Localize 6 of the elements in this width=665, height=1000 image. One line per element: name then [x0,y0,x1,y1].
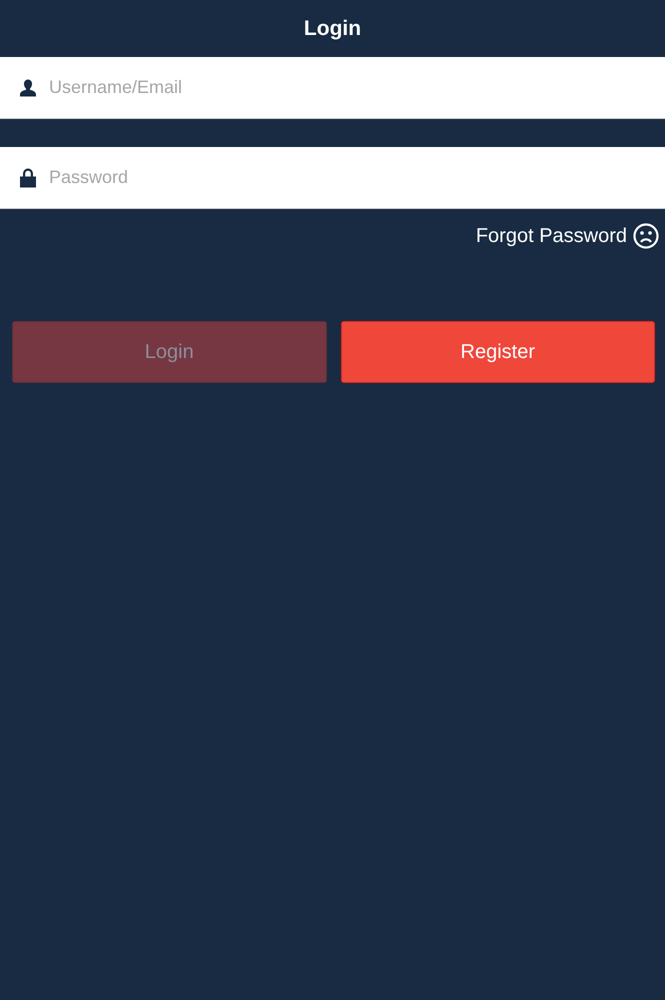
forgot-password-link[interactable]: Forgot Password [476,223,659,249]
form-button[interactable]: Register [340,321,655,383]
input-field[interactable]: Username/Email [0,57,665,119]
page-title: Login [304,16,362,40]
input-field[interactable]: Password [0,147,665,209]
sad-face-icon [633,223,659,249]
